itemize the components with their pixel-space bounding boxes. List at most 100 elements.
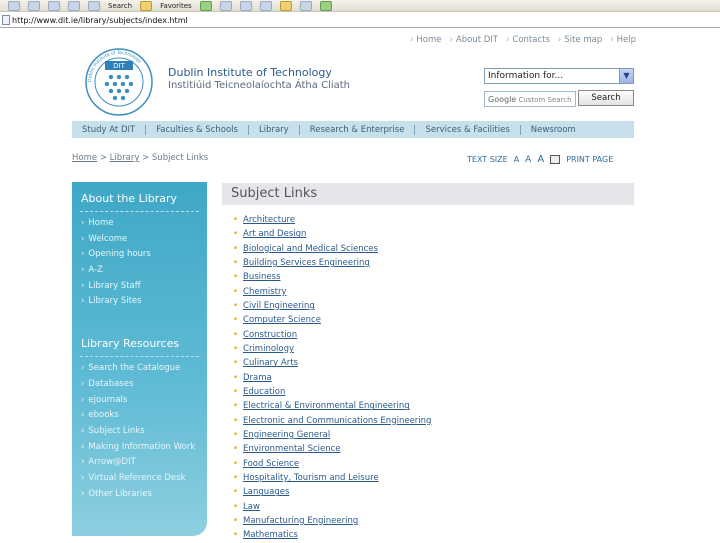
subject-link[interactable]: Electronic and Communications Engineerin…	[243, 416, 431, 426]
search-toolbar-label[interactable]: Search	[108, 2, 132, 10]
nav-newsroom[interactable]: Newsroom	[521, 125, 586, 135]
subject-link[interactable]: Food Science	[243, 459, 299, 469]
site-name-irish: Institiúid Teicneolaíochta Átha Cliath	[168, 80, 351, 91]
sidebar-item-arrow[interactable]: Arrow@DIT	[72, 455, 207, 471]
sidebar-item-home[interactable]: Home	[72, 216, 207, 232]
nav-services[interactable]: Services & Facilities	[415, 124, 521, 135]
list-item: Art and Design	[233, 227, 431, 241]
breadcrumb-home[interactable]: Home	[72, 153, 97, 163]
edit-icon[interactable]	[259, 0, 272, 11]
list-item: Building Services Engineering	[233, 256, 431, 270]
utility-link-help[interactable]: Help	[608, 35, 638, 45]
subject-link[interactable]: Civil Engineering	[243, 301, 315, 311]
nav-faculties[interactable]: Faculties & Schools	[146, 124, 249, 135]
folder-icon[interactable]	[279, 0, 292, 11]
sidebar-item-virtual-reference-desk[interactable]: Virtual Reference Desk	[72, 471, 207, 487]
subject-link[interactable]: Mathematics	[243, 530, 298, 540]
subject-link[interactable]: Chemistry	[243, 287, 286, 297]
subject-link[interactable]: Biological and Medical Sciences	[243, 244, 378, 254]
favorites-toolbar-label[interactable]: Favorites	[160, 2, 192, 10]
sidebar-item-library-staff[interactable]: Library Staff	[72, 279, 207, 295]
subject-link[interactable]: Construction	[243, 330, 297, 340]
list-item: Education	[233, 385, 431, 399]
nav-study-at-dit[interactable]: Study At DIT	[72, 124, 147, 135]
list-item: Electronic and Communications Engineerin…	[233, 414, 431, 428]
sidebar-item-other-libraries[interactable]: Other Libraries	[72, 487, 207, 503]
mail-icon[interactable]	[219, 0, 232, 11]
sidebar-item-making-information-work[interactable]: Making Information Work	[72, 440, 207, 456]
search-icon[interactable]	[88, 0, 100, 11]
list-item: Computer Science	[233, 313, 431, 327]
back-icon[interactable]	[8, 0, 20, 11]
subject-link[interactable]: Engineering General	[243, 430, 330, 440]
subject-link[interactable]: Criminology	[243, 344, 294, 354]
sidebar-item-ebooks[interactable]: ebooks	[72, 408, 207, 424]
subject-link[interactable]: Drama	[243, 373, 272, 383]
list-item: Electrical & Environmental Engineering	[233, 399, 431, 413]
subject-link[interactable]: Hospitality, Tourism and Leisure	[243, 473, 379, 483]
nav-library[interactable]: Library	[249, 124, 300, 135]
utility-link-contacts[interactable]: Contacts	[504, 35, 552, 45]
extension-icon[interactable]	[319, 0, 332, 11]
sidebar-item-subject-links[interactable]: Subject Links	[72, 424, 207, 440]
dit-logo[interactable]: Dublin Institute of Technology DIT	[79, 47, 159, 117]
about-library-heading: About the Library	[81, 192, 178, 205]
search-input[interactable]: Google Custom Search	[484, 91, 576, 107]
subject-link[interactable]: Environmental Science	[243, 444, 341, 454]
sidebar-item-opening-hours[interactable]: Opening hours	[72, 247, 207, 263]
subject-link[interactable]: Building Services Engineering	[243, 258, 370, 268]
list-item: Languages	[233, 485, 431, 499]
chevron-down-icon[interactable]: ▼	[619, 69, 633, 83]
svg-text:DIT: DIT	[113, 62, 125, 70]
forward-icon[interactable]	[28, 0, 40, 11]
address-bar[interactable]: http://www.dit.ie/library/subjects/index…	[0, 13, 720, 28]
breadcrumb-separator: >	[142, 153, 150, 163]
text-size-medium[interactable]: A	[525, 155, 531, 165]
subject-link[interactable]: Electrical & Environmental Engineering	[243, 401, 410, 411]
google-brand-label: Google	[488, 95, 517, 104]
subject-link[interactable]: Computer Science	[243, 315, 321, 325]
audience-dropdown[interactable]: Information for... ▼	[484, 68, 634, 84]
list-item: Environmental Science	[233, 442, 431, 456]
utility-link-about[interactable]: About DIT	[448, 35, 500, 45]
sidebar-item-a-z[interactable]: A-Z	[72, 263, 207, 279]
breadcrumb: Home > Library > Subject Links	[72, 153, 208, 163]
subject-link[interactable]: Education	[243, 387, 285, 397]
favorites-star-icon[interactable]	[140, 0, 153, 11]
messenger-icon[interactable]	[299, 0, 312, 11]
sidebar-item-databases[interactable]: Databases	[72, 377, 207, 393]
subject-link[interactable]: Law	[243, 502, 260, 512]
subject-list: Architecture Art and Design Biological a…	[233, 213, 431, 543]
library-resources-heading: Library Resources	[81, 337, 180, 351]
text-size-small[interactable]: A	[514, 155, 519, 164]
list-item: Drama	[233, 371, 431, 385]
utility-link-home[interactable]: Home	[408, 35, 444, 45]
list-item: Culinary Arts	[233, 356, 431, 370]
subject-link[interactable]: Culinary Arts	[243, 358, 298, 368]
sidebar-item-catalogue[interactable]: Search the Catalogue	[72, 361, 207, 377]
refresh-icon[interactable]	[48, 0, 60, 11]
text-size-large[interactable]: A	[537, 154, 544, 165]
sidebar-divider	[80, 211, 199, 212]
address-text[interactable]: http://www.dit.ie/library/subjects/index…	[12, 16, 188, 25]
list-item: Hospitality, Tourism and Leisure	[233, 471, 431, 485]
home-icon[interactable]	[68, 0, 80, 11]
utility-link-sitemap[interactable]: Site map	[556, 35, 604, 45]
print-toolbar-icon[interactable]	[239, 0, 252, 11]
search-button[interactable]: Search	[578, 90, 634, 106]
printer-icon[interactable]	[550, 155, 561, 164]
breadcrumb-library[interactable]: Library	[110, 153, 140, 163]
subject-link[interactable]: Business	[243, 272, 280, 282]
site-name: Dublin Institute of Technology	[168, 66, 332, 79]
subject-link[interactable]: Manufacturing Engineering	[243, 516, 358, 526]
sidebar-divider	[80, 356, 199, 358]
nav-research[interactable]: Research & Enterprise	[300, 124, 416, 135]
history-icon[interactable]	[199, 0, 212, 11]
sidebar-item-ejournals[interactable]: ejournals	[72, 393, 207, 409]
subject-link[interactable]: Architecture	[243, 215, 295, 225]
print-page-link[interactable]: PRINT PAGE	[566, 155, 613, 164]
sidebar-item-library-sites[interactable]: Library Sites	[72, 294, 207, 310]
subject-link[interactable]: Art and Design	[243, 229, 306, 239]
subject-link[interactable]: Languages	[243, 487, 289, 497]
sidebar-item-welcome[interactable]: Welcome	[72, 232, 207, 248]
